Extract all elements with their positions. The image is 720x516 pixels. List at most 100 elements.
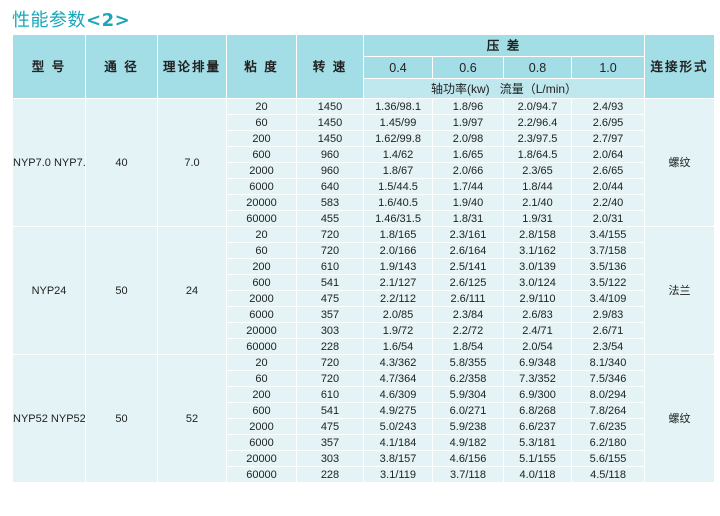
power-flow-cell: 2.3/97.5 [503, 130, 572, 147]
power-flow-cell: 4.0/118 [503, 466, 572, 483]
bore-cell: 40 [85, 98, 158, 227]
header-viscosity: 粘 度 [226, 34, 297, 99]
speed-cell: 357 [296, 306, 364, 323]
power-flow-cell: 2.0/166 [363, 242, 433, 259]
power-flow-cell: 2.4/93 [570, 98, 646, 115]
power-flow-cell: 1.8/165 [363, 226, 433, 243]
header-connection: 连接形式 [644, 34, 716, 99]
power-flow-cell: 2.8/158 [503, 226, 572, 243]
power-flow-cell: 2.7/97 [570, 130, 646, 147]
speed-cell: 583 [296, 194, 364, 211]
page-title-text: 性能参数 [12, 10, 86, 31]
displacement-cell: 52 [157, 354, 227, 483]
speed-cell: 960 [296, 162, 364, 179]
power-flow-cell: 1.9/72 [363, 322, 433, 339]
page-title-suffix: <2> [86, 10, 131, 31]
power-flow-cell: 6.9/300 [503, 386, 572, 403]
viscosity-cell: 60 [226, 370, 297, 387]
power-flow-cell: 2.0/31 [570, 210, 646, 227]
power-flow-cell: 2.6/111 [432, 290, 504, 307]
table-row: NYP7.0 NYP7.0A (原型号: NYP3 NYP3A)407.0201… [12, 98, 716, 227]
bore-cell: 50 [85, 354, 158, 483]
power-flow-cell: 1.8/31 [432, 210, 504, 227]
power-flow-cell: 2.0/44 [570, 178, 646, 195]
power-flow-cell: 4.7/364 [363, 370, 433, 387]
displacement-cell: 7.0 [157, 98, 227, 227]
power-flow-cell: 7.5/346 [570, 370, 646, 387]
viscosity-cell: 200 [226, 258, 297, 275]
power-flow-cell: 1.62/99.8 [363, 130, 433, 147]
header-pressure-1: 0.6 [432, 56, 504, 79]
speed-cell: 228 [296, 338, 364, 355]
power-flow-cell: 7.3/352 [503, 370, 572, 387]
power-flow-cell: 2.3/65 [503, 162, 572, 179]
header-power-label: 轴功率(kw) [431, 81, 490, 96]
model-cell: NYP52 NYP52A (原型号: NYP10 NYP10A) [12, 354, 86, 483]
power-flow-cell: 4.6/156 [432, 450, 504, 467]
power-flow-cell: 3.8/157 [363, 450, 433, 467]
power-flow-cell: 2.1/127 [363, 274, 433, 291]
connection-cell: 螺纹 [644, 354, 716, 483]
viscosity-cell: 20 [226, 226, 297, 243]
power-flow-cell: 1.45/99 [363, 114, 433, 131]
power-flow-cell: 5.9/238 [432, 418, 504, 435]
power-flow-cell: 2.4/71 [503, 322, 572, 339]
power-flow-cell: 2.2/72 [432, 322, 504, 339]
speed-cell: 475 [296, 290, 364, 307]
table-body: NYP7.0 NYP7.0A (原型号: NYP3 NYP3A)407.020 1… [12, 98, 716, 483]
displacement-cell: 24 [157, 226, 227, 355]
power-flow-cell: 6.9/348 [503, 354, 572, 371]
table-row: NYP24 50 24 20 720 1.8/165 2.3/161 2.8/158 3.4/1… [12, 226, 716, 355]
power-flow-cell: 6.2/358 [432, 370, 504, 387]
connection-cell: 螺纹 [644, 98, 716, 227]
power-flow-cell: 1.46/31.5 [363, 210, 433, 227]
speed-cell: 1450 [296, 114, 364, 131]
header-bore: 通 径 [85, 34, 158, 99]
speed-cell: 1450 [296, 98, 364, 115]
power-flow-cell: 3.0/124 [503, 274, 572, 291]
connection-cell: 法兰 [644, 226, 716, 355]
speed-cell: 720 [296, 242, 364, 259]
header-model: 型 号 [12, 34, 86, 99]
table-row: NYP52 NYP52A (原型号: NYP10 NYP10A)50522072… [12, 354, 716, 483]
power-flow-cell: 1.7/44 [432, 178, 504, 195]
power-flow-cell: 4.1/184 [363, 434, 433, 451]
power-flow-cell: 1.8/54 [432, 338, 504, 355]
speed-cell: 303 [296, 450, 364, 467]
header-flow-label: 流量（L/min） [499, 81, 578, 96]
power-flow-cell: 4.6/309 [363, 386, 433, 403]
power-flow-cell: 1.9/31 [503, 210, 572, 227]
power-flow-cell: 1.9/40 [432, 194, 504, 211]
power-flow-cell: 1.6/54 [363, 338, 433, 355]
header-pressure-diff: 压 差 [362, 34, 646, 57]
header-displacement: 理论排量 [157, 34, 227, 99]
power-flow-cell: 1.6/40.5 [363, 194, 433, 211]
performance-table: 型 号 通 径 理论排量 粘 度 转 速 压 差 连接形式 0.4 0.6 0.… [12, 34, 716, 483]
power-flow-cell: 2.3/54 [570, 338, 646, 355]
power-flow-cell: 2.3/161 [432, 226, 504, 243]
power-flow-cell: 2.6/95 [570, 114, 646, 131]
power-flow-cell: 2.0/85 [363, 306, 433, 323]
viscosity-cell: 200 [226, 386, 297, 403]
viscosity-cell: 2000 [226, 290, 297, 307]
power-flow-cell: 3.7/158 [570, 242, 646, 259]
power-flow-cell: 5.3/181 [503, 434, 572, 451]
bore-cell: 50 [85, 226, 158, 355]
power-flow-cell: 4.9/182 [432, 434, 504, 451]
power-flow-cell: 2.5/141 [432, 258, 504, 275]
power-flow-cell: 1.4/62 [363, 146, 433, 163]
speed-cell: 1450 [296, 130, 364, 147]
header-units-note: 轴功率(kw) 流量（L/min） [362, 78, 646, 99]
power-flow-cell: 8.1/340 [570, 354, 646, 371]
power-flow-cell: 2.6/164 [432, 242, 504, 259]
power-flow-cell: 3.4/109 [570, 290, 646, 307]
speed-cell: 303 [296, 322, 364, 339]
model-cell: NYP7.0 NYP7.0A (原型号: NYP3 NYP3A) [12, 98, 86, 227]
power-flow-cell: 3.7/118 [432, 466, 504, 483]
speed-cell: 610 [296, 258, 364, 275]
speed-cell: 960 [296, 146, 364, 163]
speed-cell: 475 [296, 418, 364, 435]
speed-cell: 720 [296, 354, 364, 371]
header-pressure-2: 0.8 [503, 56, 572, 79]
speed-cell: 720 [296, 370, 364, 387]
